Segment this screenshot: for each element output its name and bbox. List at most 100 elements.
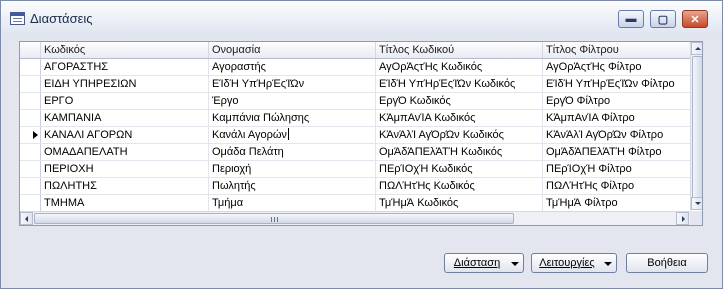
cell-code[interactable]: ΚΑΜΠΑΝΙΑ [41,110,209,126]
row-selector-header[interactable] [20,42,41,58]
column-header-code[interactable]: Κωδικός [41,42,209,58]
cell-filter-caption-text: ΠΕρΊΟχΉ Φίλτρο [546,163,632,175]
help-button-label: Βοήθεια [647,257,687,269]
cell-name[interactable]: Έργο [209,93,376,109]
cell-code-caption[interactable]: ΕΊδΉ ΥπΉρΈςΊΏν Κωδικός [376,76,543,92]
row-selector[interactable] [20,195,41,211]
column-header-name[interactable]: Ονομασία [209,42,376,58]
scrollbar-corner [690,211,702,225]
cell-name[interactable]: Πωλητής [209,178,376,194]
cell-name-text: Κανάλι Αγορών [212,129,287,141]
minimize-button[interactable]: ▬ [618,10,644,28]
table-row[interactable]: ΤΜΗΜΑ Τμήμα ΤμΉμΆ Κωδικός ΤμΉμΆ Φίλτρο [20,195,690,212]
cell-code-caption-text: ΕΊδΉ ΥπΉρΈςΊΏν Κωδικός [379,78,516,90]
functions-menu-button[interactable]: Λειτουργίες [531,253,617,273]
table-row[interactable]: ΚΑΝΑΛΙ ΑΓΟΡΩΝ Κανάλι Αγορών ΚΆνΆλΊ ΑγΌρΏν … [20,127,690,144]
row-selector[interactable] [20,76,41,92]
cell-filter-caption[interactable]: ΚΆνΆλΊ ΑγΌρΏν Φίλτρο [543,127,690,143]
table-row[interactable]: ΠΕΡΙΟΧΗ Περιοχή ΠΕρΊΟχΉ Κωδικός ΠΕρΊΟχΉ Φίλ… [20,161,690,178]
cell-code-caption[interactable]: ΕργΌ Κωδικός [376,93,543,109]
cell-code[interactable]: ΚΑΝΑΛΙ ΑΓΟΡΩΝ [41,127,209,143]
cell-code[interactable]: ΕΡΓΟ [41,93,209,109]
cell-name[interactable]: Ομάδα Πελάτη [209,144,376,160]
dimensions-grid[interactable]: Κωδικός Ονομασία Τίτλος Κωδικού Τίτλος Φ… [19,41,703,226]
cell-code[interactable]: ΟΜΑΔΑΠΕΛΑΤΗ [41,144,209,160]
cell-name[interactable]: Περιοχή [209,161,376,177]
scroll-up-button[interactable] [691,42,702,55]
cell-code[interactable]: ΑΓΟΡΑΣΤΗΣ [41,59,209,75]
scroll-right-button[interactable] [676,212,689,225]
scroll-left-button[interactable] [20,212,33,225]
row-selector[interactable] [20,59,41,75]
close-button[interactable]: ✕ [682,10,708,28]
cell-filter-caption[interactable]: ΚΆμπΑνΊΑ Φίλτρο [543,110,690,126]
cell-name-text: Τμήμα [212,197,244,209]
cell-code-text: ΟΜΑΔΑΠΕΛΑΤΗ [44,146,128,158]
cell-code-caption[interactable]: ΤμΉμΆ Κωδικός [376,195,543,211]
column-header-filter-caption[interactable]: Τίτλος Φίλτρου [543,42,690,58]
cell-name[interactable]: Αγοραστής [209,59,376,75]
cell-name-text: Περιοχή [212,163,252,175]
row-selector[interactable] [20,127,41,143]
cell-code[interactable]: ΤΜΗΜΑ [41,195,209,211]
functions-button-label: Λειτουργίες [539,257,595,269]
cell-code[interactable]: ΠΕΡΙΟΧΗ [41,161,209,177]
cell-filter-caption-text: ΟμΆδΆΠΕλΆΤΉ Φίλτρο [546,146,662,158]
cell-code-caption[interactable]: ΑγΟρΆςτΉς Κωδικός [376,59,543,75]
grid-header: Κωδικός Ονομασία Τίτλος Κωδικού Τίτλος Φ… [20,42,690,59]
cell-filter-caption[interactable]: ΠΩΛΉτΉς Φίλτρο [543,178,690,194]
cell-code[interactable]: ΠΩΛΗΤΗΣ [41,178,209,194]
cell-filter-caption[interactable]: ΕΊδΉ ΥπΉρΈςΊΏν Φίλτρο [543,76,690,92]
cell-code-text: ΚΑΜΠΑΝΙΑ [44,112,102,124]
horizontal-scrollbar[interactable] [20,211,690,225]
table-row[interactable]: ΕΡΓΟ Έργο ΕργΌ Κωδικός ΕργΌ Φίλτρο [20,93,690,110]
dimension-menu-button[interactable]: Διάσταση [444,253,524,273]
row-selector[interactable] [20,110,41,126]
table-row[interactable]: ΑΓΟΡΑΣΤΗΣ Αγοραστής ΑγΟρΆςτΉς Κωδικός ΑγΟρΆ… [20,59,690,76]
row-selector[interactable] [20,144,41,160]
arrow-up-icon [695,47,701,50]
cell-name[interactable]: Καμπάνια Πώλησης [209,110,376,126]
row-selector[interactable] [20,178,41,194]
window-title: Διαστάσεις [30,11,93,26]
title-bar[interactable]: Διαστάσεις ▬ ▢ ✕ [1,1,722,35]
cell-code-caption[interactable]: ΠΕρΊΟχΉ Κωδικός [376,161,543,177]
maximize-button[interactable]: ▢ [650,10,676,28]
cell-filter-caption[interactable]: ΠΕρΊΟχΉ Φίλτρο [543,161,690,177]
cell-code-caption[interactable]: ΠΩΛΉτΉς Κωδικός [376,178,543,194]
cell-code-caption[interactable]: ΟμΆδΆΠΕλΆΤΉ Κωδικός [376,144,543,160]
horizontal-scroll-thumb[interactable] [34,213,514,224]
vertical-scroll-thumb[interactable] [692,56,702,204]
cell-name[interactable]: Κανάλι Αγορών [209,127,376,143]
help-button[interactable]: Βοήθεια [626,253,708,273]
cell-name-text: Αγοραστής [212,61,266,73]
scroll-down-button[interactable] [691,197,702,210]
cell-code-caption-text: ΑγΟρΆςτΉς Κωδικός [379,61,483,73]
cell-code-text: ΑΓΟΡΑΣΤΗΣ [44,61,109,73]
vertical-scrollbar[interactable] [690,42,702,210]
cell-filter-caption[interactable]: ΟμΆδΆΠΕλΆΤΉ Φίλτρο [543,144,690,160]
row-selector[interactable] [20,161,41,177]
column-header-code-caption[interactable]: Τίτλος Κωδικού [376,42,543,58]
cell-code-caption[interactable]: ΚΆνΆλΊ ΑγΌρΏν Κωδικός [376,127,543,143]
cell-code-caption[interactable]: ΚΆμπΑνΊΑ Κωδικός [376,110,543,126]
cell-code-caption-text: ΚΆμπΑνΊΑ Κωδικός [379,112,476,124]
table-row[interactable]: ΚΑΜΠΑΝΙΑ Καμπάνια Πώλησης ΚΆμπΑνΊΑ Κωδικός… [20,110,690,127]
cell-code-text: ΕΡΓΟ [44,95,74,107]
dimensions-window: Διαστάσεις ▬ ▢ ✕ Κωδικός Ονομασία Τίτλος… [0,0,723,289]
cell-filter-caption[interactable]: ΤμΉμΆ Φίλτρο [543,195,690,211]
table-row[interactable]: ΟΜΑΔΑΠΕΛΑΤΗ Ομάδα Πελάτη ΟμΆδΆΠΕλΆΤΉ Κωδικ… [20,144,690,161]
cell-filter-caption-text: ΠΩΛΉτΉς Φίλτρο [546,180,635,192]
table-row[interactable]: ΕΙΔΗ ΥΠΗΡΕΣΙΩΝ ΕΊδΉ ΥπΉρΈςΊΏν ΕΊδΉ ΥπΉρΈςΊ… [20,76,690,93]
cell-filter-caption[interactable]: ΑγΟρΆςτΉς Φίλτρο [543,59,690,75]
cell-name[interactable]: ΕΊδΉ ΥπΉρΈςΊΏν [209,76,376,92]
cell-name-text: ΕΊδΉ ΥπΉρΈςΊΏν [212,78,305,90]
cell-filter-caption[interactable]: ΕργΌ Φίλτρο [543,93,690,109]
cell-code[interactable]: ΕΙΔΗ ΥΠΗΡΕΣΙΩΝ [41,76,209,92]
table-row[interactable]: ΠΩΛΗΤΗΣ Πωλητής ΠΩΛΉτΉς Κωδικός ΠΩΛΉτΉς Φίλ… [20,178,690,195]
chevron-down-icon [511,262,519,266]
cell-name[interactable]: Τμήμα [209,195,376,211]
arrow-down-icon [695,202,701,205]
cell-code-caption-text: ΠΩΛΉτΉς Κωδικός [379,180,475,192]
row-selector[interactable] [20,93,41,109]
